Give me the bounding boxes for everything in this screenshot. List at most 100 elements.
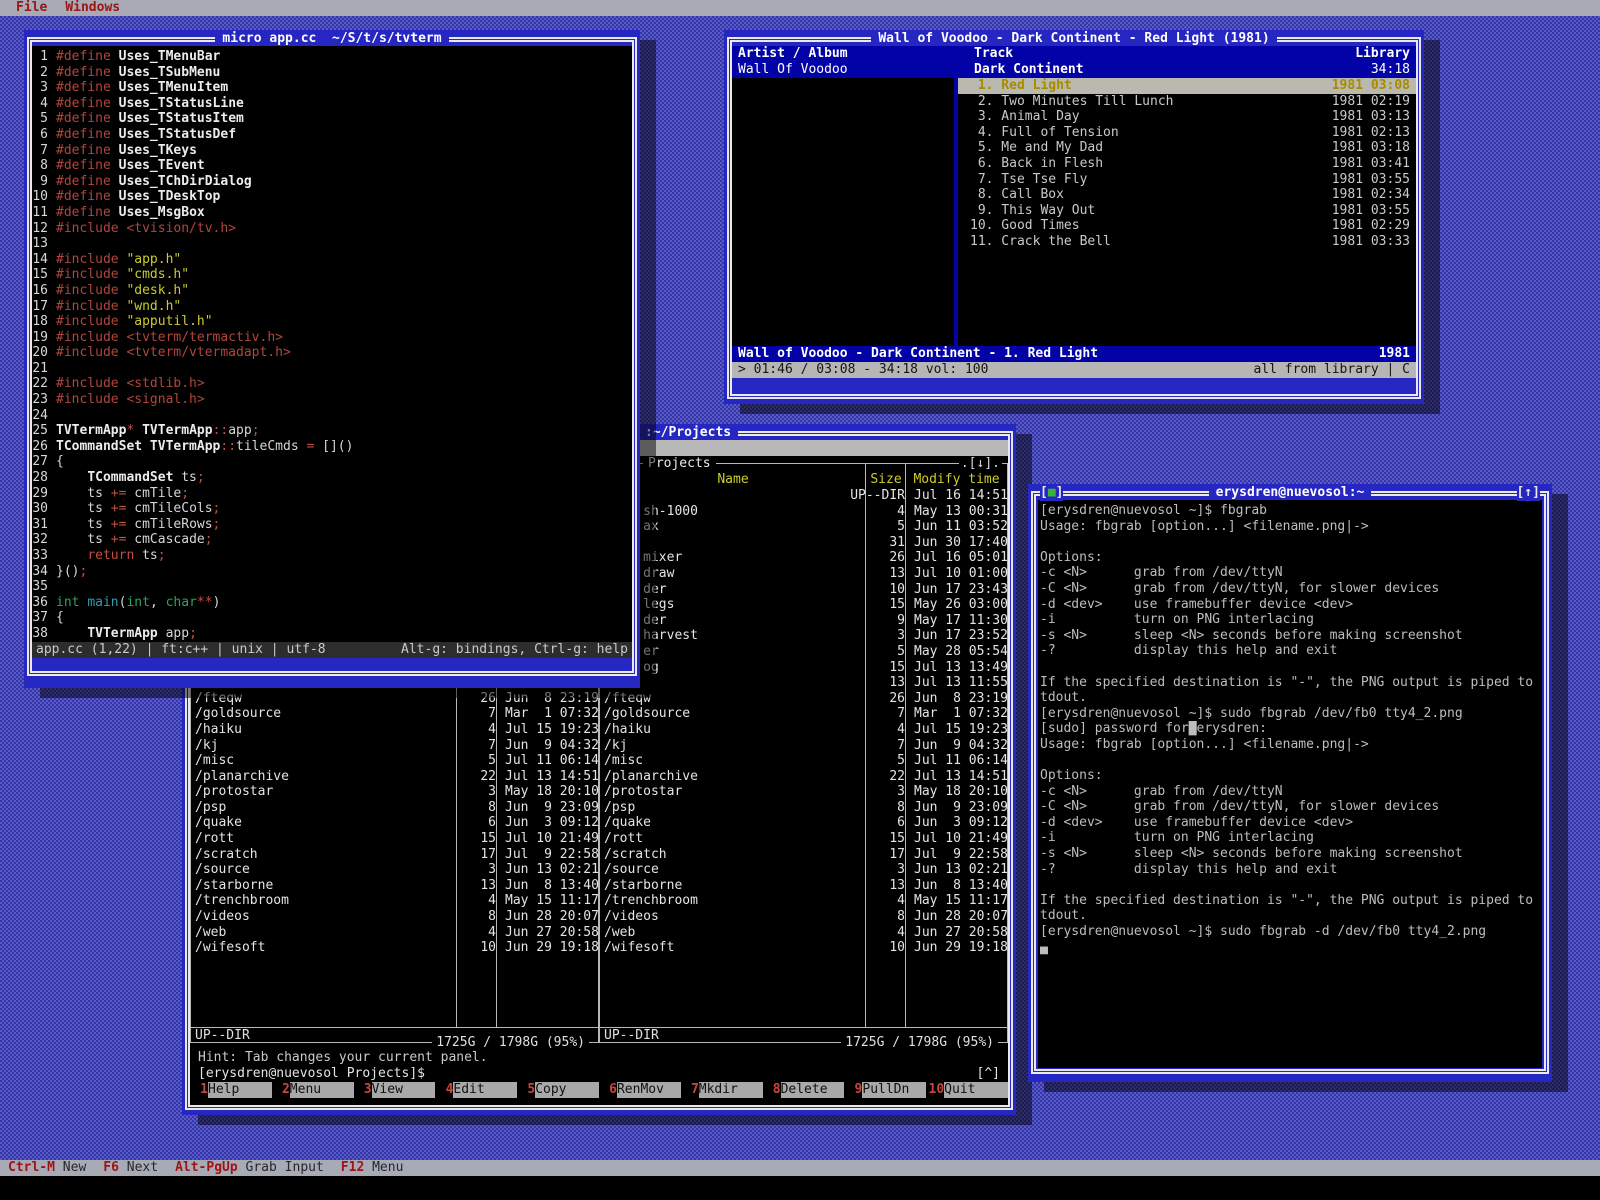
file-row[interactable]: /fteqw26Jun 8 23:19 <box>191 691 598 707</box>
file-row[interactable]: harvest3Jun 17 23:52 <box>600 628 1007 644</box>
track-row[interactable]: 9. This Way Out1981 03:55 <box>958 203 1416 219</box>
window-title[interactable]: :~/Projects <box>638 425 1002 441</box>
file-row[interactable]: mixer26Jul 16 05:01 <box>600 550 1007 566</box>
file-row[interactable]: /goldsource7Mar 1 07:32 <box>600 706 1007 722</box>
file-row[interactable]: /haiku4Jul 15 19:23 <box>600 722 1007 738</box>
track-row[interactable]: 4. Full of Tension1981 02:13 <box>958 125 1416 141</box>
file-row[interactable]: der9May 17 11:30 <box>600 613 1007 629</box>
file-row[interactable]: /psp8Jun 9 23:09 <box>600 800 1007 816</box>
track-row[interactable]: 8. Call Box1981 02:34 <box>958 187 1416 203</box>
fn-key-pulldn[interactable]: 9PullDn <box>844 1082 926 1098</box>
track-row[interactable]: 5. Me and My Dad1981 03:18 <box>958 140 1416 156</box>
file-row[interactable]: ax5Jun 11 03:52 <box>600 519 1007 535</box>
mc-file-list[interactable]: UP--DIRJul 16 14:51 sh-10004May 13 00:31… <box>600 488 1007 956</box>
file-row[interactable]: legs15May 26 03:00 <box>600 597 1007 613</box>
file-row[interactable]: /web4Jun 27 20:58 <box>191 925 598 941</box>
file-row[interactable]: UP--DIRJul 16 14:51 <box>600 488 1007 504</box>
file-row[interactable]: /rott15Jul 10 21:49 <box>600 831 1007 847</box>
file-row[interactable]: /protostar3May 18 20:10 <box>191 784 598 800</box>
fn-key-view[interactable]: 3View <box>354 1082 436 1098</box>
mc-right-panel[interactable]: Projects .[↓]. Name Size Modify time UP-… <box>599 456 1008 1050</box>
col-mtime[interactable]: Modify time <box>906 472 1007 488</box>
statusbar-item[interactable]: F12 Menu <box>341 1160 404 1176</box>
music-player-window[interactable]: Wall of Voodoo - Dark Continent - Red Li… <box>724 30 1424 404</box>
file-row[interactable]: /trenchbroom4May 15 11:17 <box>191 893 598 909</box>
file-row[interactable]: der10Jun 17 23:43 <box>600 582 1007 598</box>
track-row[interactable]: 7. Tse Tse Fly1981 03:55 <box>958 172 1416 188</box>
panel-scroll-icon[interactable]: .[↓]. <box>959 456 1002 472</box>
statusbar-item[interactable]: Alt-PgUp Grab Input <box>175 1160 324 1176</box>
track-row[interactable]: 3. Animal Day1981 03:13 <box>958 109 1416 125</box>
fn-key-edit[interactable]: 4Edit <box>435 1082 517 1098</box>
file-row[interactable]: /videos8Jun 28 20:07 <box>191 909 598 925</box>
file-row[interactable]: /source3Jun 13 02:21 <box>600 862 1007 878</box>
terminal-output[interactable]: [erysdren@nuevosol ~]$ fbgrabUsage: fbgr… <box>1040 503 1542 955</box>
file-row[interactable]: /scratch17Jul 9 22:58 <box>191 847 598 863</box>
file-row[interactable]: /starborne13Jun 8 13:40 <box>600 878 1007 894</box>
file-row[interactable]: /scratch17Jul 9 22:58 <box>600 847 1007 863</box>
window-title[interactable]: micro app.cc ~/S/t/s/tvterm <box>38 31 626 47</box>
file-row[interactable]: /misc5Jul 11 06:14 <box>191 753 598 769</box>
shell-prompt[interactable]: [erysdren@nuevosol Projects]$ <box>198 1066 425 1082</box>
file-row[interactable]: /rott15Jul 10 21:49 <box>191 831 598 847</box>
panel-path[interactable]: Projects <box>643 456 716 472</box>
file-row[interactable]: /wifesoft10Jun 29 19:18 <box>191 940 598 956</box>
file-row[interactable]: /starborne13Jun 8 13:40 <box>191 878 598 894</box>
file-row[interactable]: /wifesoft10Jun 29 19:18 <box>600 940 1007 956</box>
file-row[interactable]: /goldsource7Mar 1 07:32 <box>191 706 598 722</box>
fn-key-delete[interactable]: 8Delete <box>763 1082 845 1098</box>
file-row[interactable]: /protostar3May 18 20:10 <box>600 784 1007 800</box>
track-row[interactable]: 6. Back in Flesh1981 03:41 <box>958 156 1416 172</box>
file-row[interactable]: /kj7Jun 9 04:32 <box>191 738 598 754</box>
file-row[interactable]: /videos8Jun 28 20:07 <box>600 909 1007 925</box>
selected-album[interactable]: Dark Continent <box>962 62 1084 78</box>
maximize-icon[interactable]: [↑] <box>1517 485 1540 501</box>
track-row[interactable]: 2. Two Minutes Till Lunch1981 02:19 <box>958 94 1416 110</box>
track-row[interactable]: 1. Red Light1981 03:08 <box>958 78 1416 94</box>
editor-lines[interactable]: 1#define Uses_TMenuBar2#define Uses_TSub… <box>32 49 632 642</box>
artist-pane[interactable] <box>732 78 958 346</box>
file-row[interactable]: /trenchbroom4May 15 11:17 <box>600 893 1007 909</box>
file-row[interactable]: /quake6Jun 3 09:12 <box>600 815 1007 831</box>
statusbar-item[interactable]: Ctrl-M New <box>8 1160 86 1176</box>
file-row[interactable]: /psp8Jun 9 23:09 <box>191 800 598 816</box>
file-row[interactable]: /planarchive22Jul 13 14:51 <box>600 769 1007 785</box>
window-title[interactable]: Wall of Voodoo - Dark Continent - Red Li… <box>738 31 1410 47</box>
terminal-window[interactable]: [■] erysdren@nuevosol:~ [↑] [erysdren@nu… <box>1028 484 1552 1082</box>
window-title[interactable]: erysdren@nuevosol:~ <box>1042 485 1538 501</box>
editor-body[interactable]: 1#define Uses_TMenuBar2#define Uses_TSub… <box>32 46 632 658</box>
track-list[interactable]: 1. Red Light1981 03:08 2. Two Minutes Ti… <box>958 78 1416 346</box>
file-row[interactable]: /source3Jun 13 02:21 <box>191 862 598 878</box>
close-icon[interactable]: [■] <box>1040 485 1063 501</box>
menu-file[interactable]: File <box>16 0 47 16</box>
file-row[interactable]: /misc5Jul 11 06:14 <box>600 753 1007 769</box>
file-row[interactable]: er5May 28 05:54 <box>600 644 1007 660</box>
file-row[interactable]: 13Jul 13 11:55 <box>600 675 1007 691</box>
file-row[interactable]: draw13Jul 10 01:00 <box>600 566 1007 582</box>
fn-key-mkdir[interactable]: 7Mkdir <box>681 1082 763 1098</box>
fn-key-renmov[interactable]: 6RenMov <box>599 1082 681 1098</box>
track-row[interactable]: 10. Good Times1981 02:29 <box>958 218 1416 234</box>
file-row[interactable]: /kj7Jun 9 04:32 <box>600 738 1007 754</box>
selected-album-row[interactable]: Wall Of Voodoo Dark Continent 34:18 <box>732 62 1416 78</box>
shell-prompt-line[interactable]: [erysdren@nuevosol Projects]$ [^] <box>190 1066 1008 1082</box>
editor-window[interactable]: micro app.cc ~/S/t/s/tvterm 1#define Use… <box>24 30 640 688</box>
file-row[interactable]: /fteqw26Jun 8 23:19 <box>600 691 1007 707</box>
file-row[interactable]: /haiku4Jul 15 19:23 <box>191 722 598 738</box>
file-row[interactable]: /quake6Jun 3 09:12 <box>191 815 598 831</box>
fn-key-menu[interactable]: 2Menu <box>272 1082 354 1098</box>
selected-artist[interactable]: Wall Of Voodoo <box>732 62 958 78</box>
file-row[interactable]: og15Jul 13 13:49 <box>600 660 1007 676</box>
prompt-caret-button[interactable]: [^] <box>977 1066 1000 1082</box>
file-row[interactable]: sh-10004May 13 00:31 <box>600 504 1007 520</box>
terminal-body[interactable]: [erysdren@nuevosol ~]$ fbgrabUsage: fbgr… <box>1038 500 1542 1068</box>
col-size[interactable]: Size <box>866 472 906 488</box>
file-row[interactable]: /planarchive22Jul 13 14:51 <box>191 769 598 785</box>
statusbar-item[interactable]: F6 Next <box>103 1160 158 1176</box>
file-row[interactable]: /web4Jun 27 20:58 <box>600 925 1007 941</box>
fn-key-help[interactable]: 1Help <box>190 1082 272 1098</box>
track-row[interactable]: 11. Crack the Bell1981 03:33 <box>958 234 1416 250</box>
file-row[interactable]: 31Jun 30 17:40 <box>600 535 1007 551</box>
fn-key-copy[interactable]: 5Copy <box>517 1082 599 1098</box>
fn-key-quit[interactable]: 10Quit <box>926 1082 1008 1098</box>
